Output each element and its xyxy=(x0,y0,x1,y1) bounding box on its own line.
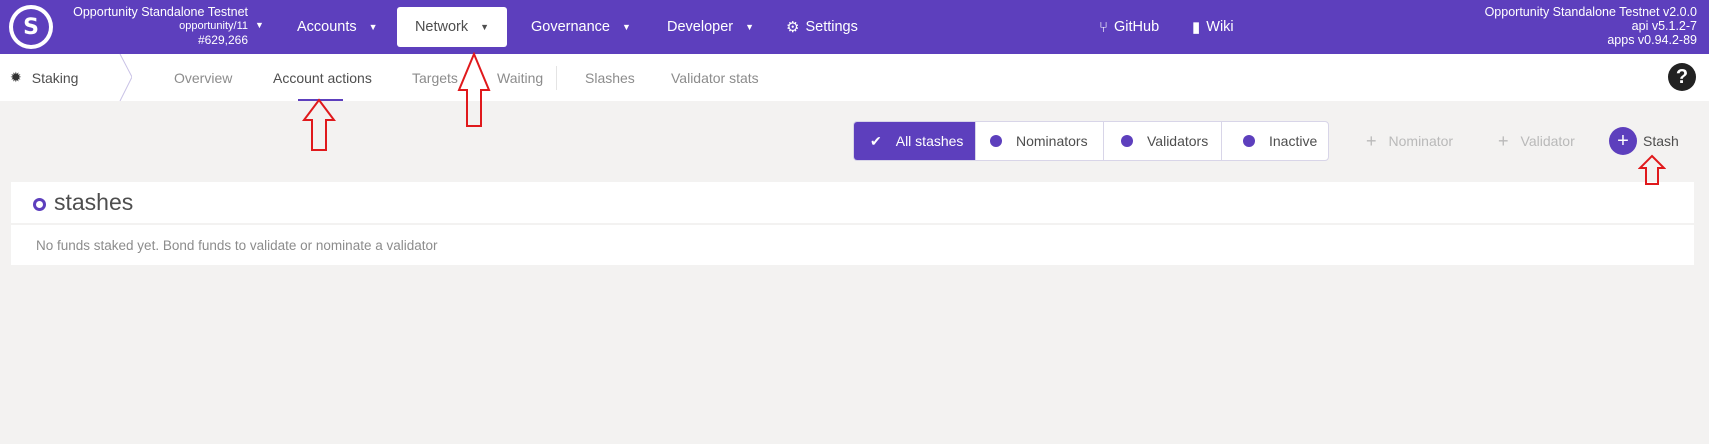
annotation-arrow-icon xyxy=(1638,154,1666,185)
chevron-down-icon: ▼ xyxy=(368,22,378,32)
chevron-down-icon[interactable]: ▼ xyxy=(255,20,264,30)
filter-nominators[interactable]: Nominators xyxy=(976,122,1104,160)
node-version: Opportunity Standalone Testnet v2.0.0 xyxy=(1484,5,1697,19)
annotation-arrow-icon xyxy=(457,52,491,127)
annotation-arrow-icon xyxy=(302,98,336,151)
sub-navigation: ✹ Staking Overview Account actions Targe… xyxy=(0,54,1709,101)
breadcrumb-chevron-icon xyxy=(119,54,132,101)
tab-targets[interactable]: Targets xyxy=(412,54,458,101)
menu-developer[interactable]: Developer ▼ xyxy=(649,7,772,47)
github-icon: ⑂ xyxy=(1099,18,1109,36)
chevron-down-icon: ▼ xyxy=(480,22,490,32)
plus-icon: + xyxy=(1609,127,1637,155)
stashes-table: stashes No funds staked yet. Bond funds … xyxy=(11,182,1694,265)
chain-name: Opportunity Standalone Testnet xyxy=(73,5,248,19)
chain-selector[interactable]: Opportunity Standalone Testnet opportuni… xyxy=(62,5,248,47)
filter-all-stashes[interactable]: ✔ All stashes xyxy=(854,122,976,160)
block-number: #629,266 xyxy=(197,33,248,47)
gears-icon: ⚙ xyxy=(786,19,800,36)
add-stash-button[interactable]: + Stash xyxy=(1609,127,1679,155)
tab-waiting[interactable]: Waiting xyxy=(497,54,543,101)
plus-icon: + xyxy=(1498,130,1509,151)
filter-validators[interactable]: Validators xyxy=(1104,122,1222,160)
staking-icon: ✹ xyxy=(10,69,22,85)
section-label: ✹ Staking xyxy=(10,69,79,86)
radio-dot-icon xyxy=(1243,135,1255,147)
menu-settings[interactable]: ⚙ Settings xyxy=(768,7,876,47)
table-title: stashes xyxy=(54,189,134,215)
add-nominator-button[interactable]: + Nominator xyxy=(1366,121,1453,161)
radio-dot-icon xyxy=(990,135,1002,147)
menu-accounts[interactable]: Accounts ▼ xyxy=(279,7,396,47)
link-wiki[interactable]: ▮ Wiki xyxy=(1174,7,1252,47)
top-bar: S Opportunity Standalone Testnet opportu… xyxy=(0,0,1709,54)
book-icon: ▮ xyxy=(1192,19,1201,36)
tab-slashes[interactable]: Slashes xyxy=(585,54,635,101)
link-github[interactable]: ⑂ GitHub xyxy=(1081,7,1177,47)
tab-divider xyxy=(556,66,557,90)
radio-dot-icon xyxy=(1121,135,1133,147)
help-icon[interactable]: ? xyxy=(1668,63,1696,91)
version-info: Opportunity Standalone Testnet v2.0.0 ap… xyxy=(1485,5,1697,47)
menu-governance[interactable]: Governance ▼ xyxy=(513,7,649,47)
empty-message: No funds staked yet. Bond funds to valid… xyxy=(36,237,438,253)
apps-version: apps v0.94.2-89 xyxy=(1607,33,1697,47)
stash-filter-group: ✔ All stashes Nominators Validators Inac… xyxy=(853,121,1329,161)
check-icon: ✔ xyxy=(870,132,882,149)
tab-validator-stats[interactable]: Validator stats xyxy=(671,54,759,101)
chevron-down-icon: ▼ xyxy=(745,22,755,32)
api-version: api v5.1.2-7 xyxy=(1631,19,1697,33)
table-header: stashes xyxy=(11,182,1694,225)
menu-network[interactable]: Network ▼ xyxy=(397,7,507,47)
tab-overview[interactable]: Overview xyxy=(174,54,232,101)
bullet-icon xyxy=(33,198,46,211)
plus-icon: + xyxy=(1366,130,1377,151)
tab-account-actions[interactable]: Account actions xyxy=(273,54,372,101)
add-validator-button[interactable]: + Validator xyxy=(1498,121,1575,161)
chain-logo-icon: S xyxy=(9,5,53,49)
chain-spec: opportunity/11 xyxy=(179,20,248,32)
filter-inactive[interactable]: Inactive xyxy=(1222,122,1328,160)
chevron-down-icon: ▼ xyxy=(622,22,631,32)
